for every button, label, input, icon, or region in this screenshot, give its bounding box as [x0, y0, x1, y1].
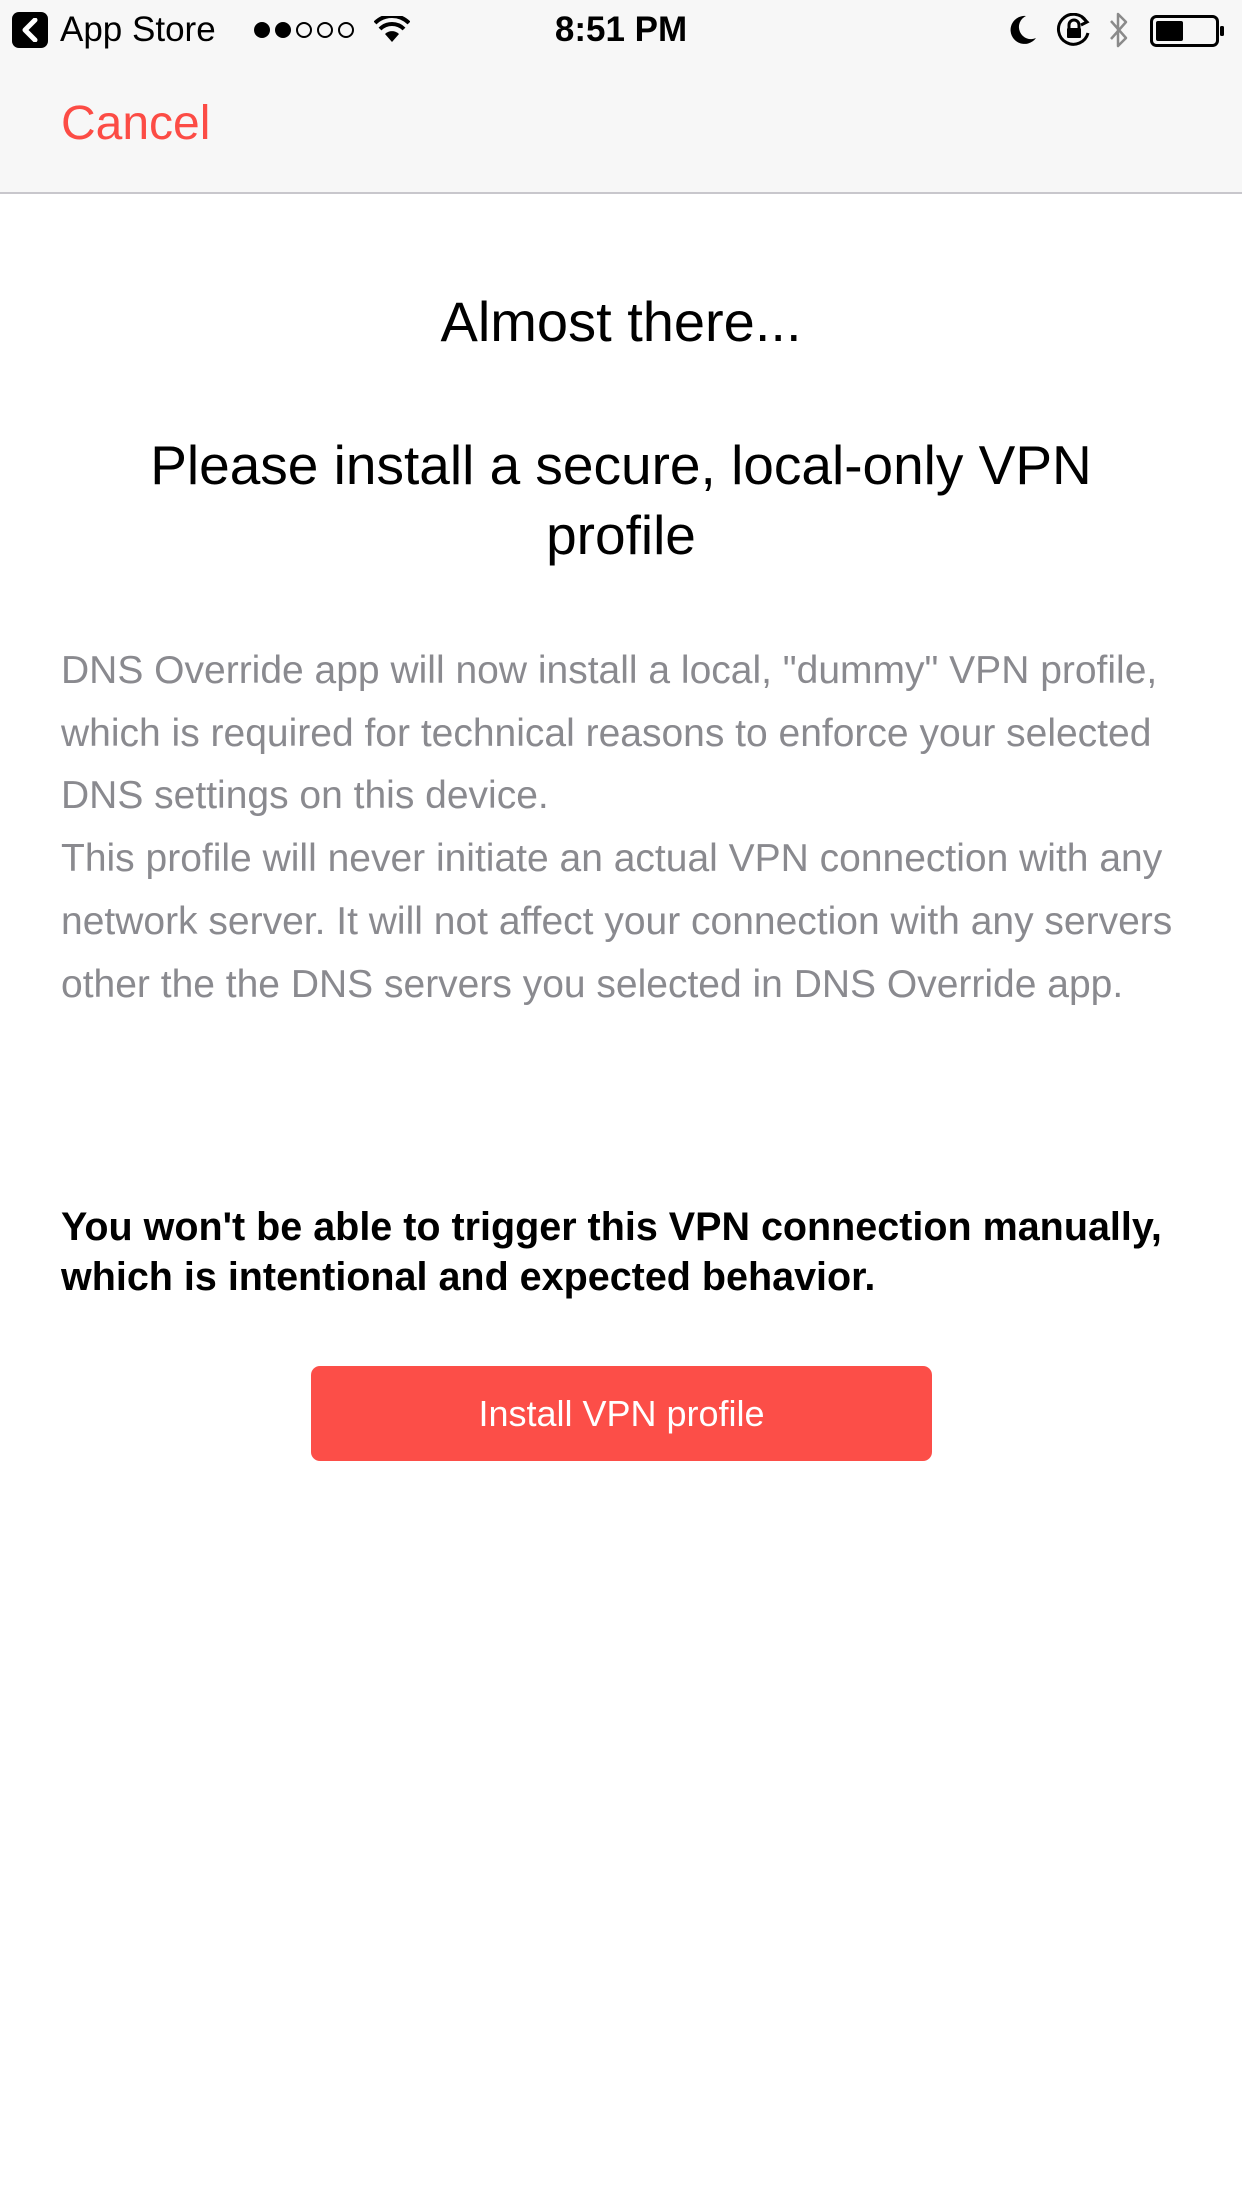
cancel-button[interactable]: Cancel	[61, 96, 210, 152]
page-title: Almost there...	[440, 290, 802, 353]
moon-icon	[1008, 14, 1038, 51]
screen: App Store 8:51 PM Cancel Almost there...…	[0, 0, 1242, 2208]
bluetooth-icon	[1108, 11, 1130, 54]
nav-bar: Cancel	[0, 60, 1242, 194]
status-bar: App Store 8:51 PM	[0, 0, 1242, 60]
description-text: DNS Override app will now install a loca…	[61, 649, 1173, 1006]
warning-text: You won't be able to trigger this VPN co…	[61, 1205, 1162, 1299]
battery-icon	[1150, 15, 1226, 52]
rotation-lock-icon	[1056, 12, 1092, 52]
install-vpn-profile-button[interactable]: Install VPN profile	[311, 1366, 932, 1461]
page-subtitle: Please install a secure, local-only VPN …	[150, 434, 1092, 566]
